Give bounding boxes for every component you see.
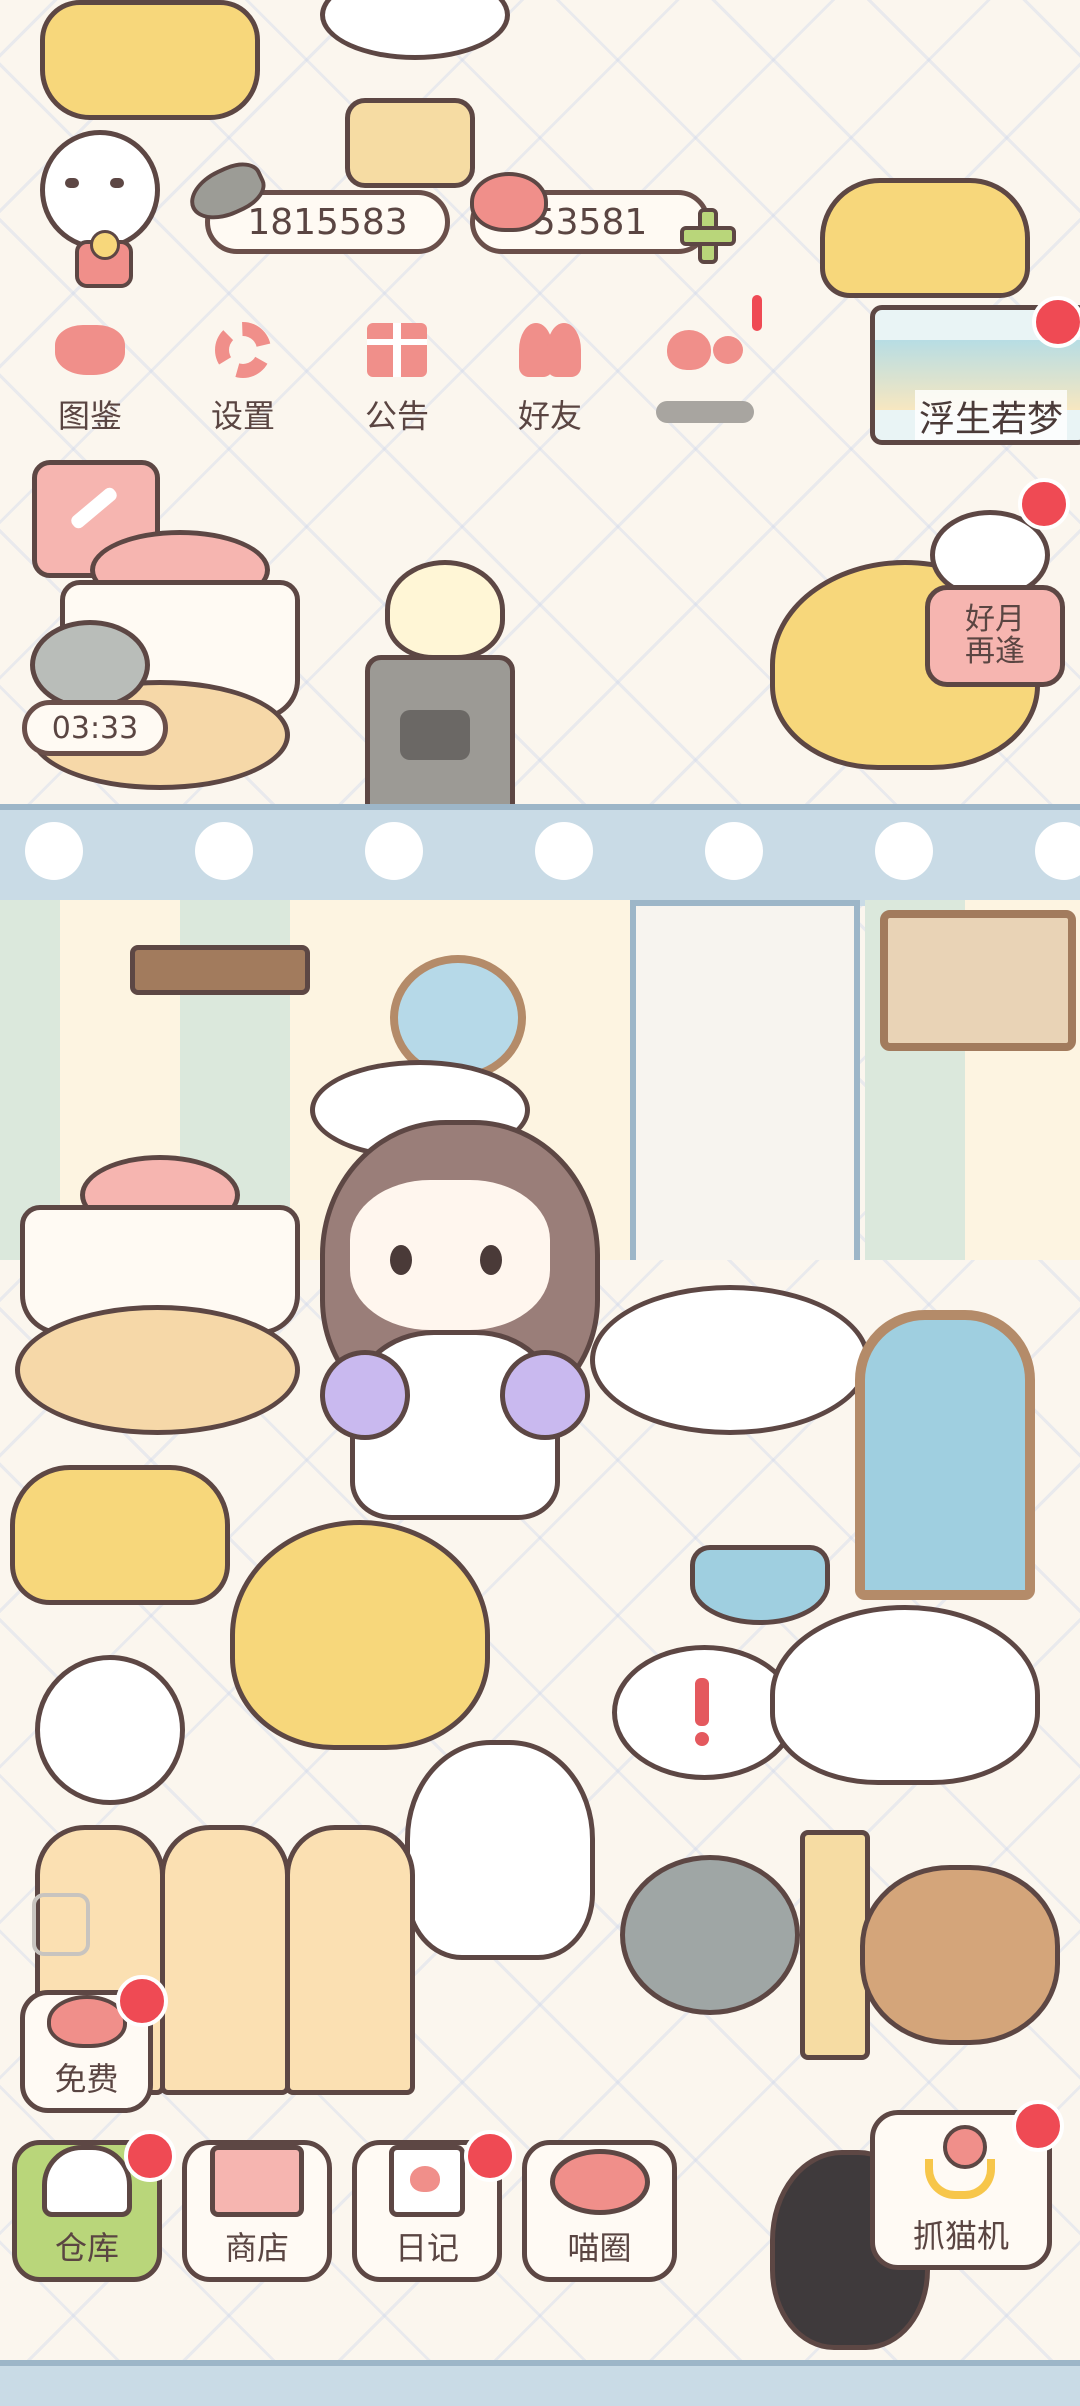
exclamation-alert-icon xyxy=(752,295,762,331)
warehouse-icon xyxy=(42,2145,132,2217)
player-avatar[interactable] xyxy=(20,120,170,290)
menu-extra[interactable] xyxy=(645,315,765,455)
grey-mouse-character[interactable] xyxy=(30,620,150,710)
steamer-basket[interactable] xyxy=(345,98,475,188)
shop-label: 商店 xyxy=(224,2229,289,2267)
exclamation-icon xyxy=(695,1678,709,1726)
menu-friends-label: 好友 xyxy=(517,397,582,435)
wall-flower xyxy=(25,822,83,880)
wall-flower xyxy=(705,822,763,880)
yellow-lamp-shade xyxy=(820,178,1030,298)
warehouse-badge xyxy=(124,2130,176,2182)
cat-circle-button[interactable]: 喵圈 xyxy=(522,2140,677,2282)
event-banner-title: 浮生若梦 xyxy=(915,390,1068,440)
wall-flower xyxy=(875,822,933,880)
kettle xyxy=(385,560,505,660)
menu-collection[interactable]: 图鉴 xyxy=(30,315,150,455)
coin-amount: 1815583 xyxy=(247,201,408,243)
kettle-stove[interactable] xyxy=(365,535,515,815)
menu-settings[interactable]: 设置 xyxy=(183,315,303,455)
player-character[interactable] xyxy=(290,1060,620,1530)
heart-amount: 53581 xyxy=(532,201,648,243)
claw-machine-badge xyxy=(1012,2100,1064,2152)
menu-extra-label-bar xyxy=(656,401,754,423)
menu-settings-label: 设置 xyxy=(210,397,275,435)
cloud-bed[interactable] xyxy=(770,1605,1040,1785)
pink-drum-stool-lower[interactable] xyxy=(10,1155,300,1435)
wall-flower xyxy=(535,822,593,880)
heart-icon xyxy=(46,1995,127,2048)
side-event-badge xyxy=(1018,478,1070,530)
diary-badge xyxy=(464,2130,516,2182)
free-button-badge xyxy=(116,1975,168,2027)
white-cat[interactable] xyxy=(405,1740,595,1960)
gift-icon xyxy=(357,315,437,385)
grey-mouse-floor[interactable] xyxy=(620,1855,800,2015)
cat-planet-icon xyxy=(549,2149,650,2215)
gear-icon xyxy=(203,315,283,385)
diary-label: 日记 xyxy=(394,2229,459,2267)
hearts-icon xyxy=(665,315,745,385)
craft-timer-value: 03:33 xyxy=(51,710,139,746)
menu-announcement[interactable]: 公告 xyxy=(337,315,457,455)
add-hearts-plus-icon[interactable] xyxy=(680,208,736,264)
wall-flower xyxy=(365,822,423,880)
friends-icon xyxy=(510,315,590,385)
puppy-plush[interactable] xyxy=(35,1655,185,1805)
claw-machine-label: 抓猫机 xyxy=(912,2217,1009,2255)
claw-icon xyxy=(921,2125,1001,2205)
cat-food-bowl[interactable] xyxy=(690,1545,830,1625)
craft-timer: 03:33 xyxy=(22,700,168,756)
yellow-cushion-floor[interactable] xyxy=(10,1465,230,1605)
screen-lock-toggle[interactable] xyxy=(32,1893,90,1956)
menu-announcement-label: 公告 xyxy=(364,397,429,435)
warehouse-label: 仓库 xyxy=(54,2229,119,2267)
bottom-wallpaper-border xyxy=(0,2360,1080,2406)
standing-mirror[interactable] xyxy=(855,1310,1035,1600)
side-event-line2: 再逢 xyxy=(965,634,1025,669)
event-banner-badge xyxy=(1032,296,1080,348)
doorway[interactable] xyxy=(630,900,860,1260)
diary-icon xyxy=(389,2145,465,2217)
shop-button[interactable]: 商店 xyxy=(182,2140,332,2282)
cat-circle-label: 喵圈 xyxy=(567,2229,632,2267)
menu-collection-label: 图鉴 xyxy=(57,397,122,435)
cat-face-icon xyxy=(50,315,130,385)
free-button-label: 免费 xyxy=(54,2060,119,2098)
side-event-line1: 好月 xyxy=(965,602,1025,637)
siamese-cat[interactable] xyxy=(860,1865,1060,2045)
moon-sofa-floor[interactable] xyxy=(230,1520,490,1750)
photo-frame[interactable] xyxy=(880,910,1076,1051)
wall-flower xyxy=(195,822,253,880)
white-round-rug[interactable] xyxy=(590,1285,870,1435)
heart-currency-icon xyxy=(470,172,548,232)
menu-friends[interactable]: 好友 xyxy=(490,315,610,455)
shop-icon xyxy=(210,2145,304,2217)
side-event-button[interactable]: 好月 再逢 xyxy=(925,585,1065,687)
yellow-cushion-top[interactable] xyxy=(40,0,260,120)
wall-shelf[interactable] xyxy=(130,945,310,995)
